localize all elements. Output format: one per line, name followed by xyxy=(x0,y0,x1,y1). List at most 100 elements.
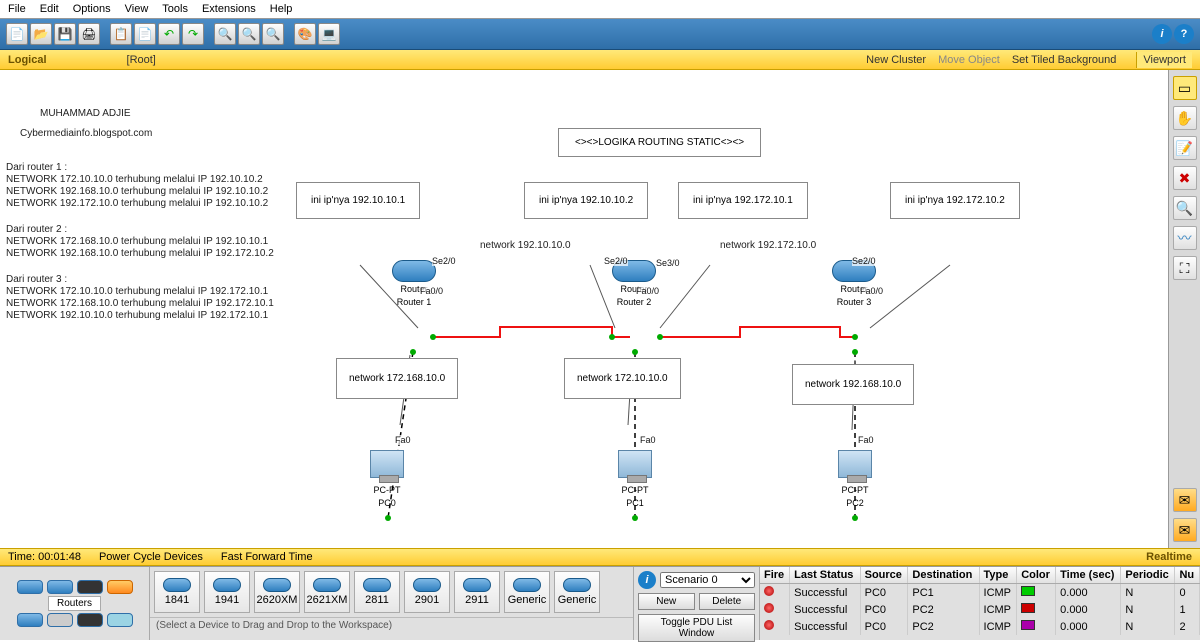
device-generic-1[interactable]: Generic xyxy=(504,571,550,613)
net-ab-label: network 192.10.10.0 xyxy=(480,240,571,251)
cat-hub-icon[interactable] xyxy=(77,580,103,594)
pc2-name: PC2 xyxy=(846,499,864,509)
resize-tool-icon[interactable]: ⛶ xyxy=(1173,256,1197,280)
move-object-button[interactable]: Move Object xyxy=(938,54,1000,66)
cat-end-icon[interactable] xyxy=(47,613,73,627)
ip-note-2: ini ip'nya 192.10.10.2 xyxy=(524,182,648,219)
device-generic-2[interactable]: Generic xyxy=(554,571,600,613)
logical-tab[interactable]: Logical xyxy=(8,54,47,66)
view-bar: Logical [Root] New Cluster Move Object S… xyxy=(0,50,1200,70)
pc0[interactable]: PC-PT PC0 xyxy=(370,450,404,509)
move-tool-icon[interactable]: ✋ xyxy=(1173,106,1197,130)
r2-header: Dari router 2 : xyxy=(6,224,67,235)
viewport-button[interactable]: Viewport xyxy=(1136,52,1192,68)
menu-extensions[interactable]: Extensions xyxy=(202,3,256,15)
note-tool-icon[interactable]: 📝 xyxy=(1173,136,1197,160)
cat-switch-icon[interactable] xyxy=(47,580,73,594)
router-2[interactable]: Router Router 2 xyxy=(612,260,656,308)
r2-line2: NETWORK 192.168.10.0 terhubung melalui I… xyxy=(6,248,274,259)
select-tool-icon[interactable]: ▭ xyxy=(1173,76,1197,100)
fast-forward-button[interactable]: Fast Forward Time xyxy=(221,551,313,563)
port-r1-fa00: Fa0/0 xyxy=(420,286,443,296)
help-icon[interactable]: ? xyxy=(1174,24,1194,44)
device-icon[interactable]: 💻 xyxy=(318,23,340,45)
menu-file[interactable]: File xyxy=(8,3,26,15)
simple-pdu-icon[interactable]: ✉ xyxy=(1173,488,1197,512)
pc2[interactable]: PC-PT PC2 xyxy=(838,450,872,509)
color-swatch xyxy=(1021,620,1035,630)
r2-line1: NETWORK 172.168.10.0 terhubung melalui I… xyxy=(6,236,268,247)
info-icon[interactable]: i xyxy=(1152,24,1172,44)
bottom-panel: Routers 1841 1941 2620XM 2621XM 2811 290… xyxy=(0,566,1200,640)
cat-conn-icon[interactable] xyxy=(17,613,43,627)
cat-router-icon[interactable] xyxy=(17,580,43,594)
pdu-h-dst[interactable]: Destination xyxy=(908,567,979,584)
device-2621xm[interactable]: 2621XM xyxy=(304,571,350,613)
device-2811[interactable]: 2811 xyxy=(354,571,400,613)
pdu-row[interactable]: Successful PC0 PC2 ICMP 0.000 N 2 xyxy=(760,618,1200,635)
r1-line2: NETWORK 192.168.10.0 terhubung melalui I… xyxy=(6,186,268,197)
ip-note-4: ini ip'nya 192.172.10.2 xyxy=(890,182,1020,219)
realtime-tab[interactable]: Realtime xyxy=(1146,551,1192,563)
topology-canvas[interactable]: MUHAMMAD ADJIE Cybermediainfo.blogspot.c… xyxy=(0,70,1168,548)
pdu-h-fire[interactable]: Fire xyxy=(760,567,790,584)
menu-view[interactable]: View xyxy=(125,3,149,15)
menu-edit[interactable]: Edit xyxy=(40,3,59,15)
menu-help[interactable]: Help xyxy=(270,3,293,15)
workspace: ⇆ xyxy=(0,70,1200,548)
net-bc-label: network 192.172.10.0 xyxy=(720,240,816,251)
cat-custom-icon[interactable] xyxy=(107,613,133,627)
redo-icon[interactable]: ↷ xyxy=(182,23,204,45)
pdu-h-time[interactable]: Time (sec) xyxy=(1056,567,1121,584)
scenario-info-icon[interactable]: i xyxy=(638,571,656,589)
paste-icon[interactable]: 📄 xyxy=(134,23,156,45)
toggle-pdu-button[interactable]: Toggle PDU List Window xyxy=(638,614,755,642)
menu-tools[interactable]: Tools xyxy=(162,3,188,15)
device-1841[interactable]: 1841 xyxy=(154,571,200,613)
router-1[interactable]: Router Router 1 xyxy=(392,260,436,308)
pdu-row[interactable]: Successful PC0 PC1 ICMP 0.000 N 0 xyxy=(760,584,1200,602)
pdu-h-periodic[interactable]: Periodic xyxy=(1121,567,1175,584)
zoom-in-icon[interactable]: 🔍 xyxy=(214,23,236,45)
zoom-out-icon[interactable]: 🔍 xyxy=(238,23,260,45)
pdu-h-src[interactable]: Source xyxy=(860,567,908,584)
device-2901[interactable]: 2901 xyxy=(404,571,450,613)
inspect-tool-icon[interactable]: 🔍 xyxy=(1173,196,1197,220)
pdu-h-num[interactable]: Nu xyxy=(1175,567,1200,584)
palette-icon[interactable]: 🎨 xyxy=(294,23,316,45)
cat-wireless-icon[interactable] xyxy=(107,580,133,594)
draw-tool-icon[interactable]: 〰 xyxy=(1173,226,1197,250)
set-tiled-bg-button[interactable]: Set Tiled Background xyxy=(1012,54,1117,66)
port-pc2-fa0: Fa0 xyxy=(858,435,874,445)
print-icon[interactable]: 🖨 xyxy=(78,23,100,45)
save-icon[interactable]: 💾 xyxy=(54,23,76,45)
zoom-reset-icon[interactable]: 🔍 xyxy=(262,23,284,45)
new-cluster-button[interactable]: New Cluster xyxy=(866,54,926,66)
website-label: Cybermediainfo.blogspot.com xyxy=(20,128,152,139)
pdu-h-status[interactable]: Last Status xyxy=(790,567,861,584)
menu-options[interactable]: Options xyxy=(73,3,111,15)
undo-icon[interactable]: ↶ xyxy=(158,23,180,45)
r1-header: Dari router 1 : xyxy=(6,162,67,173)
right-toolbox: ▭ ✋ 📝 ✖ 🔍 〰 ⛶ ✉ ✉ xyxy=(1168,70,1200,548)
pdu-h-type[interactable]: Type xyxy=(979,567,1017,584)
delete-scenario-button[interactable]: Delete xyxy=(699,593,756,610)
pdu-h-color[interactable]: Color xyxy=(1017,567,1056,584)
copy-icon[interactable]: 📋 xyxy=(110,23,132,45)
device-2620xm[interactable]: 2620XM xyxy=(254,571,300,613)
breadcrumb-root[interactable]: [Root] xyxy=(127,54,156,66)
pc1[interactable]: PC-PT PC1 xyxy=(618,450,652,509)
device-1941[interactable]: 1941 xyxy=(204,571,250,613)
new-file-icon[interactable]: 📄 xyxy=(6,23,28,45)
scenario-select[interactable]: Scenario 0 xyxy=(660,572,755,588)
pdu-row[interactable]: Successful PC0 PC2 ICMP 0.000 N 1 xyxy=(760,601,1200,618)
delete-tool-icon[interactable]: ✖ xyxy=(1173,166,1197,190)
device-row: 1841 1941 2620XM 2621XM 2811 2901 2911 G… xyxy=(150,567,633,617)
complex-pdu-icon[interactable]: ✉ xyxy=(1173,518,1197,542)
device-2911[interactable]: 2911 xyxy=(454,571,500,613)
cat-wan-icon[interactable] xyxy=(77,613,103,627)
new-scenario-button[interactable]: New xyxy=(638,593,695,610)
open-file-icon[interactable]: 📂 xyxy=(30,23,52,45)
power-cycle-button[interactable]: Power Cycle Devices xyxy=(99,551,203,563)
router-3[interactable]: Router Router 3 xyxy=(832,260,876,308)
